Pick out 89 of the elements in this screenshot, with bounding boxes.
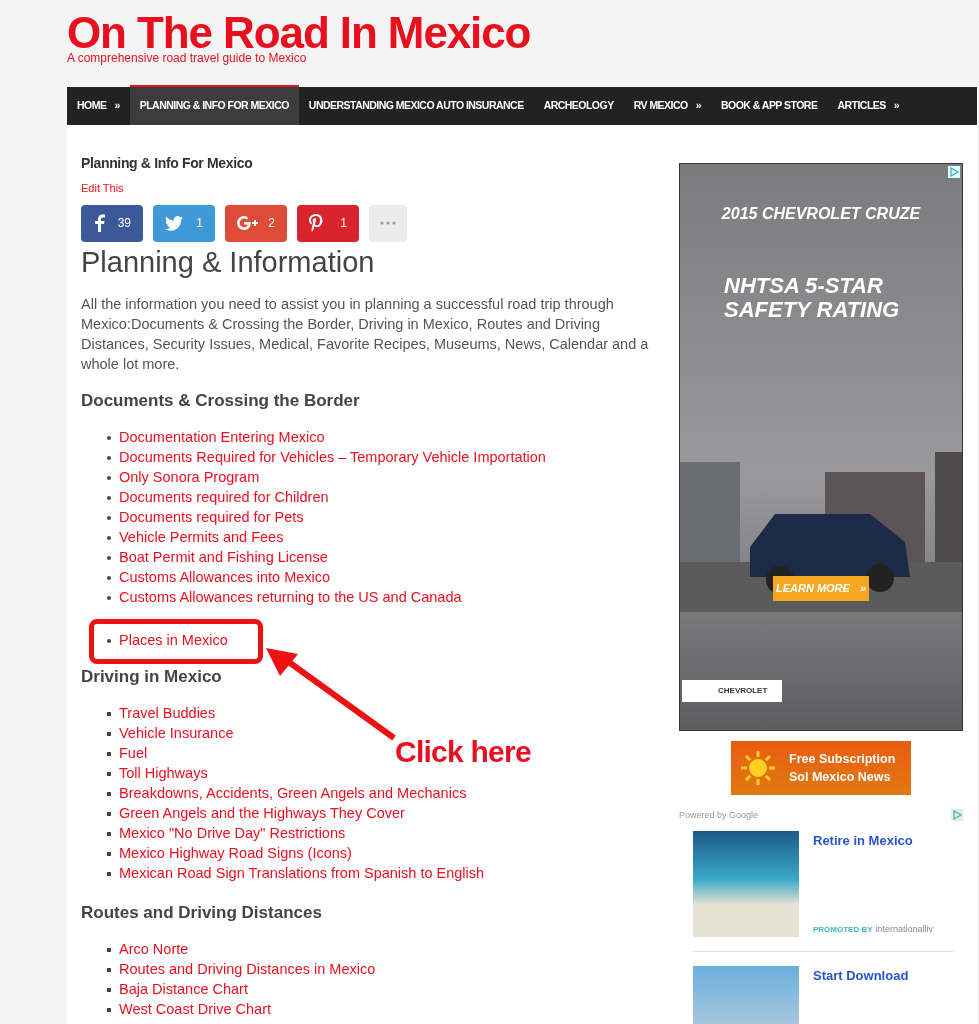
guide-link[interactable]: Routes and Driving Distances in Mexico: [119, 958, 376, 981]
annotation-label: Click here: [395, 736, 531, 768]
page-heading: Planning & Information: [81, 244, 376, 280]
section-heading: Documents & Crossing the Border: [81, 389, 361, 412]
guide-link[interactable]: Vehicle Insurance: [119, 722, 234, 745]
photo-placeholder[interactable]: [693, 830, 799, 937]
edit-link[interactable]: Edit This: [81, 180, 655, 197]
guide-link[interactable]: Toll Highways: [119, 762, 208, 785]
share-button[interactable]: 1: [153, 204, 215, 242]
ad-choices-icon: [948, 166, 960, 178]
bullet-icon: [107, 515, 111, 520]
bird-icon: [165, 215, 183, 231]
guide-link[interactable]: Only Sonora Program: [119, 466, 260, 489]
breadcrumb-title: Planning & Info For Mexico: [81, 154, 254, 173]
bullet-icon: [107, 851, 111, 856]
section-heading: Routes and Driving Distances: [81, 901, 323, 924]
intro-paragraph: All the information you need to assist you in planning a successful road trip through Mexico:Documents & Crossing the Border, Driving in Mexico, Routes and Driving Distances, Security Issues, Medical, Favorite Recipes, Museums, News, Calendar and a whole lot more.: [81, 294, 650, 374]
share-button[interactable]: 2: [225, 204, 287, 242]
bullet-icon: [107, 455, 111, 460]
bullet-icon: [107, 535, 111, 540]
bullet-icon: [107, 791, 111, 796]
site-tagline: A comprehensive road travel guide to Mexico: [67, 52, 308, 64]
banner-text: Sol Mexico News: [789, 769, 892, 786]
guide-link[interactable]: Mexico "No Drive Day" Restrictions: [119, 822, 346, 845]
bullet-icon: [107, 811, 111, 816]
sponsored-link[interactable]: Retire in Mexico: [813, 830, 934, 850]
bullet-icon: [107, 987, 111, 992]
guide-link[interactable]: Arco Norte: [119, 938, 189, 961]
ad-choices-icon: [951, 809, 963, 821]
brand-logo-tag: CHEVROLET: [682, 680, 782, 702]
nav-item[interactable]: UNDERSTANDING MEXICO AUTO INSURANCE: [298, 87, 534, 125]
bullet-icon: [107, 555, 111, 560]
bullet-icon: [107, 1007, 111, 1012]
sponsored-link[interactable]: Start Download: [813, 965, 909, 985]
ad-claim: NHTSA 5-STAR: [724, 274, 884, 298]
nav-item[interactable]: ARTICLES »: [827, 87, 910, 125]
nav-item[interactable]: HOME »: [67, 87, 130, 125]
bullet-icon: [107, 731, 111, 736]
bullet-icon: [107, 831, 111, 836]
more-share-button[interactable]: [369, 204, 407, 242]
nav-item[interactable]: BOOK & APP STORE: [711, 87, 828, 125]
promoted-label: PROMOTED BY: [813, 923, 873, 936]
bullet-icon: [107, 495, 111, 500]
guide-link[interactable]: Customs Allowances into Mexico: [119, 566, 331, 589]
subscription-banner[interactable]: Free Subscription Sol Mexico News: [731, 741, 911, 795]
facebook-icon: [93, 214, 105, 232]
bullet-icon: [107, 475, 111, 480]
sun-icon: [739, 749, 777, 787]
guide-link[interactable]: Mexico Highway Road Signs (Icons): [119, 842, 352, 865]
nav-item[interactable]: PLANNING & INFO FOR MEXICO: [129, 85, 299, 125]
guide-link[interactable]: West Coast Drive Chart: [119, 998, 272, 1021]
guide-link[interactable]: Fuel: [119, 742, 148, 765]
guide-link[interactable]: Mexican Road Sign Translations from Spanish to English: [119, 862, 485, 885]
share-button[interactable]: 1: [297, 204, 359, 242]
share-button[interactable]: 39: [81, 204, 143, 242]
section-heading: Driving in Mexico: [81, 665, 223, 688]
nav-item[interactable]: RV MEXICO »: [623, 87, 711, 125]
guide-link[interactable]: Customs Allowances returning to the US and Canada: [119, 586, 462, 609]
ad-headline: 2015 CHEVROLET CRUZE: [721, 204, 921, 224]
bullet-icon: [107, 435, 111, 440]
guide-link[interactable]: Vehicle Permits and Fees: [119, 526, 284, 549]
guide-link[interactable]: Green Angels and the Highways They Cover: [119, 802, 405, 825]
pin-icon: [309, 214, 323, 232]
bullet-icon: [107, 575, 111, 580]
ellipsis-icon: [380, 221, 396, 225]
guide-link[interactable]: Documents required for Children: [119, 486, 329, 509]
banner-text: Free Subscription: [789, 751, 896, 768]
guide-link[interactable]: Travel Buddies: [119, 702, 216, 725]
bullet-icon: [107, 871, 111, 876]
bullet-icon: [107, 639, 111, 643]
promoted-source: internationalliv: [875, 923, 934, 936]
guide-link[interactable]: Breakdowns, Accidents, Green Angels and Mechanics: [119, 782, 467, 805]
bullet-icon: [107, 751, 111, 756]
bullet-icon: [107, 967, 111, 972]
bullet-icon: [107, 595, 111, 600]
guide-link[interactable]: Boat Permit and Fishing License: [119, 546, 328, 569]
nav-item[interactable]: ARCHEOLOGY: [533, 87, 624, 125]
google-plus-icon: [237, 216, 259, 230]
bullet-icon: [107, 771, 111, 776]
powered-by-label: Powered by Google: [679, 809, 759, 822]
guide-link[interactable]: Documentation Entering Mexico: [119, 426, 325, 449]
ad-claim: SAFETY RATING: [724, 298, 900, 322]
bullet-icon: [107, 711, 111, 716]
bullet-icon: [107, 947, 111, 952]
guide-link[interactable]: Documents Required for Vehicles – Temporary Vehicle Importation: [119, 446, 546, 469]
car-advertisement[interactable]: 2015 CHEVROLET CRUZE NHTSA 5-STAR SAFETY RATING LEARN MORE » CHEVROLET: [679, 163, 963, 731]
guide-link[interactable]: Documents required for Pets: [119, 506, 304, 529]
guide-link[interactable]: Baja Distance Chart: [119, 978, 248, 1001]
guide-link[interactable]: Places in Mexico: [119, 630, 228, 652]
